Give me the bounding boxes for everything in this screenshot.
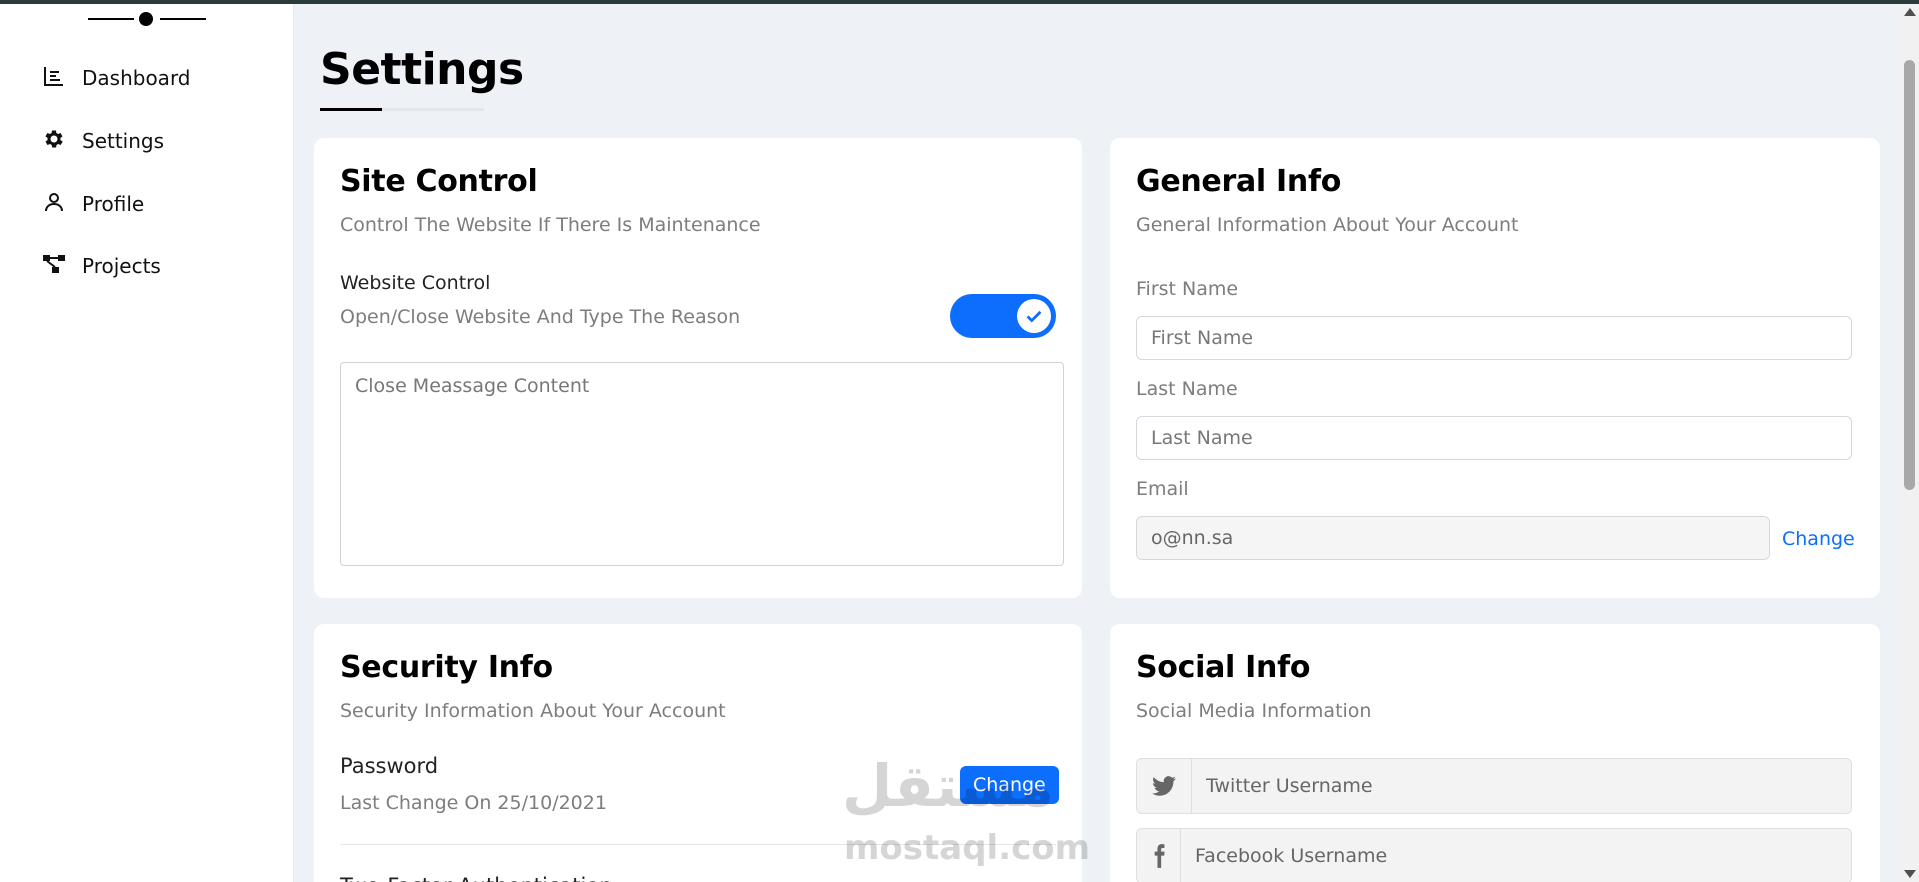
- website-control-label: Website Control: [340, 272, 491, 294]
- check-icon: [1017, 299, 1051, 333]
- user-icon: [42, 190, 66, 219]
- sidebar-item-profile[interactable]: Profile: [28, 182, 268, 226]
- card-title: Site Control: [340, 164, 538, 199]
- password-label: Password: [340, 754, 439, 778]
- brand-logo: [88, 10, 206, 26]
- site-control-card: Site Control Control The Website If Ther…: [314, 138, 1082, 598]
- email-label: Email: [1136, 478, 1189, 500]
- sidebar: Dashboard Settings Profile Projects: [0, 4, 294, 882]
- title-underline: [320, 108, 484, 111]
- divider: [340, 844, 1056, 845]
- change-password-button[interactable]: Change: [960, 766, 1059, 804]
- card-title: Social Info: [1136, 650, 1311, 685]
- scroll-down-icon[interactable]: [1904, 870, 1916, 878]
- email-input[interactable]: [1136, 516, 1770, 560]
- first-name-input[interactable]: [1136, 316, 1852, 360]
- scrollbar-thumb[interactable]: [1904, 60, 1915, 490]
- card-subtitle: General Information About Your Account: [1136, 214, 1519, 236]
- facebook-icon: [1137, 829, 1181, 882]
- chart-icon: [42, 64, 66, 93]
- card-subtitle: Security Information About Your Account: [340, 700, 726, 722]
- facebook-username-input[interactable]: [1181, 845, 1851, 867]
- sidebar-item-label: Profile: [82, 192, 145, 216]
- page-title: Settings: [320, 44, 524, 95]
- security-info-card: Security Info Security Information About…: [314, 624, 1082, 882]
- email-change-link[interactable]: Change: [1782, 528, 1855, 550]
- card-title: General Info: [1136, 164, 1342, 199]
- twitter-field: [1136, 758, 1852, 814]
- sidebar-item-label: Dashboard: [82, 66, 191, 90]
- last-name-label: Last Name: [1136, 378, 1238, 400]
- last-name-input[interactable]: [1136, 416, 1852, 460]
- card-subtitle: Social Media Information: [1136, 700, 1372, 722]
- twitter-username-input[interactable]: [1192, 775, 1851, 797]
- facebook-field: [1136, 828, 1852, 882]
- gear-icon: [42, 127, 66, 156]
- close-message-textarea[interactable]: [340, 362, 1064, 566]
- diagram-icon: [42, 252, 66, 281]
- sidebar-item-dashboard[interactable]: Dashboard: [28, 56, 268, 100]
- card-subtitle: Control The Website If There Is Maintena…: [340, 214, 761, 236]
- main-content: Settings Site Control Control The Websit…: [294, 4, 1900, 882]
- sidebar-item-label: Projects: [82, 254, 161, 278]
- twitter-icon: [1137, 759, 1192, 813]
- website-control-desc: Open/Close Website And Type The Reason: [340, 306, 741, 328]
- first-name-label: First Name: [1136, 278, 1239, 300]
- scrollbar[interactable]: [1900, 4, 1919, 882]
- sidebar-item-label: Settings: [82, 129, 165, 153]
- password-last-change: Last Change On 25/10/2021: [340, 792, 607, 814]
- general-info-card: General Info General Information About Y…: [1110, 138, 1880, 598]
- two-factor-label: Two-Factor Authentication: [340, 874, 612, 882]
- website-control-toggle[interactable]: [950, 294, 1056, 338]
- sidebar-item-projects[interactable]: Projects: [28, 244, 268, 288]
- social-info-card: Social Info Social Media Information: [1110, 624, 1880, 882]
- sidebar-item-settings[interactable]: Settings: [28, 119, 268, 163]
- card-title: Security Info: [340, 650, 553, 685]
- scroll-up-icon[interactable]: [1904, 8, 1916, 16]
